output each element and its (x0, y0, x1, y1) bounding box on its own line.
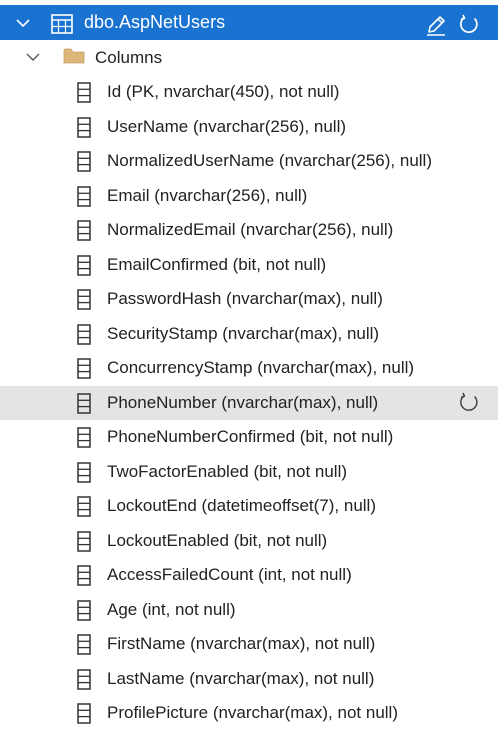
column-icon (77, 185, 91, 207)
column-label: Age (int, not null) (107, 599, 236, 619)
column-icon (77, 427, 91, 448)
column-icon (77, 323, 91, 345)
tree-item-column[interactable]: LockoutEnabled (bit, not null) (0, 524, 498, 559)
column-icon (77, 496, 91, 517)
column-label: SecurityStamp (nvarchar(max), null) (107, 323, 380, 343)
column-label: EmailConfirmed (bit, not null) (107, 254, 327, 274)
column-icon (77, 461, 91, 483)
tree-item-column[interactable]: Age (int, not null) (0, 593, 498, 628)
tree-item-table[interactable]: dbo.AspNetUsers (0, 5, 498, 40)
column-label: LastName (nvarchar(max), not null) (107, 668, 375, 688)
column-icon (77, 116, 91, 138)
chevron-down-icon[interactable] (26, 50, 40, 69)
column-label: PhoneNumber (nvarchar(max), null) (107, 392, 379, 412)
column-icon (77, 634, 91, 655)
column-icon (77, 392, 91, 414)
column-icon (77, 220, 91, 241)
column-label: UserName (nvarchar(256), null) (107, 116, 347, 136)
column-icon (77, 254, 91, 276)
column-icon (77, 668, 91, 690)
tree-item-column[interactable]: LockoutEnd (datetimeoffset(7), null) (0, 489, 498, 524)
tree-item-column[interactable]: EmailConfirmed (bit, not null) (0, 248, 498, 283)
column-label: ProfilePicture (nvarchar(max), not null) (107, 703, 398, 722)
tree-item-column[interactable]: NormalizedUserName (nvarchar(256), null) (0, 144, 498, 179)
tree-item-column[interactable]: NormalizedEmail (nvarchar(256), null) (0, 213, 498, 248)
column-label: PhoneNumberConfirmed (bit, not null) (107, 427, 394, 446)
tree-item-column[interactable]: ConcurrencyStamp (nvarchar(max), null) (0, 351, 498, 386)
tree-item-column[interactable]: SecurityStamp (nvarchar(max), null) (0, 317, 498, 352)
tree-item-column[interactable]: Id (PK, nvarchar(450), not null) (0, 75, 498, 110)
edit-icon[interactable] (426, 14, 446, 36)
tree-item-column[interactable]: LastName (nvarchar(max), not null) (0, 662, 498, 697)
tree-item-column[interactable]: PasswordHash (nvarchar(max), null) (0, 282, 498, 317)
tree-item-column[interactable]: PhoneNumberConfirmed (bit, not null) (0, 420, 498, 455)
refresh-icon[interactable] (458, 14, 480, 36)
column-icon (77, 599, 91, 621)
column-icon (77, 530, 91, 552)
table-icon (51, 14, 73, 34)
column-label: NormalizedEmail (nvarchar(256), null) (107, 220, 394, 239)
chevron-down-icon[interactable] (16, 16, 30, 30)
column-icon (77, 358, 91, 379)
object-explorer-tree: dbo.AspNetUsers Columns Id (PK, nvarchar… (0, 0, 498, 728)
tree-item-column[interactable]: Email (nvarchar(256), null) (0, 179, 498, 214)
table-name: dbo.AspNetUsers (84, 12, 226, 32)
column-label: LockoutEnabled (bit, not null) (107, 530, 328, 550)
column-label: ConcurrencyStamp (nvarchar(max), null) (107, 358, 415, 377)
tree-item-columns-folder[interactable]: Columns (0, 40, 498, 75)
tree-item-column[interactable]: AccessFailedCount (int, not null) (0, 558, 498, 593)
column-label: TwoFactorEnabled (bit, not null) (107, 461, 348, 481)
tree-item-column[interactable]: PhoneNumber (nvarchar(max), null) (0, 385, 498, 420)
column-label: LockoutEnd (datetimeoffset(7), null) (107, 496, 376, 515)
column-icon (77, 151, 91, 172)
folder-icon (63, 47, 85, 65)
folder-label: Columns (95, 48, 163, 67)
refresh-icon[interactable] (458, 392, 480, 414)
column-icon (77, 82, 91, 103)
column-label: FirstName (nvarchar(max), not null) (107, 634, 376, 653)
column-icon (77, 289, 91, 310)
column-label: NormalizedUserName (nvarchar(256), null) (107, 151, 432, 170)
column-label: AccessFailedCount (int, not null) (107, 565, 352, 584)
tree-item-column[interactable]: TwoFactorEnabled (bit, not null) (0, 455, 498, 490)
column-label: PasswordHash (nvarchar(max), null) (107, 289, 383, 308)
tree-item-column[interactable]: UserName (nvarchar(256), null) (0, 110, 498, 145)
tree-item-column[interactable]: FirstName (nvarchar(max), not null) (0, 627, 498, 662)
column-label: Email (nvarchar(256), null) (107, 185, 308, 205)
column-icon (77, 703, 91, 724)
column-icon (77, 565, 91, 586)
tree-item-column[interactable]: ProfilePicture (nvarchar(max), not null) (0, 696, 498, 731)
column-label: Id (PK, nvarchar(450), not null) (107, 82, 340, 101)
